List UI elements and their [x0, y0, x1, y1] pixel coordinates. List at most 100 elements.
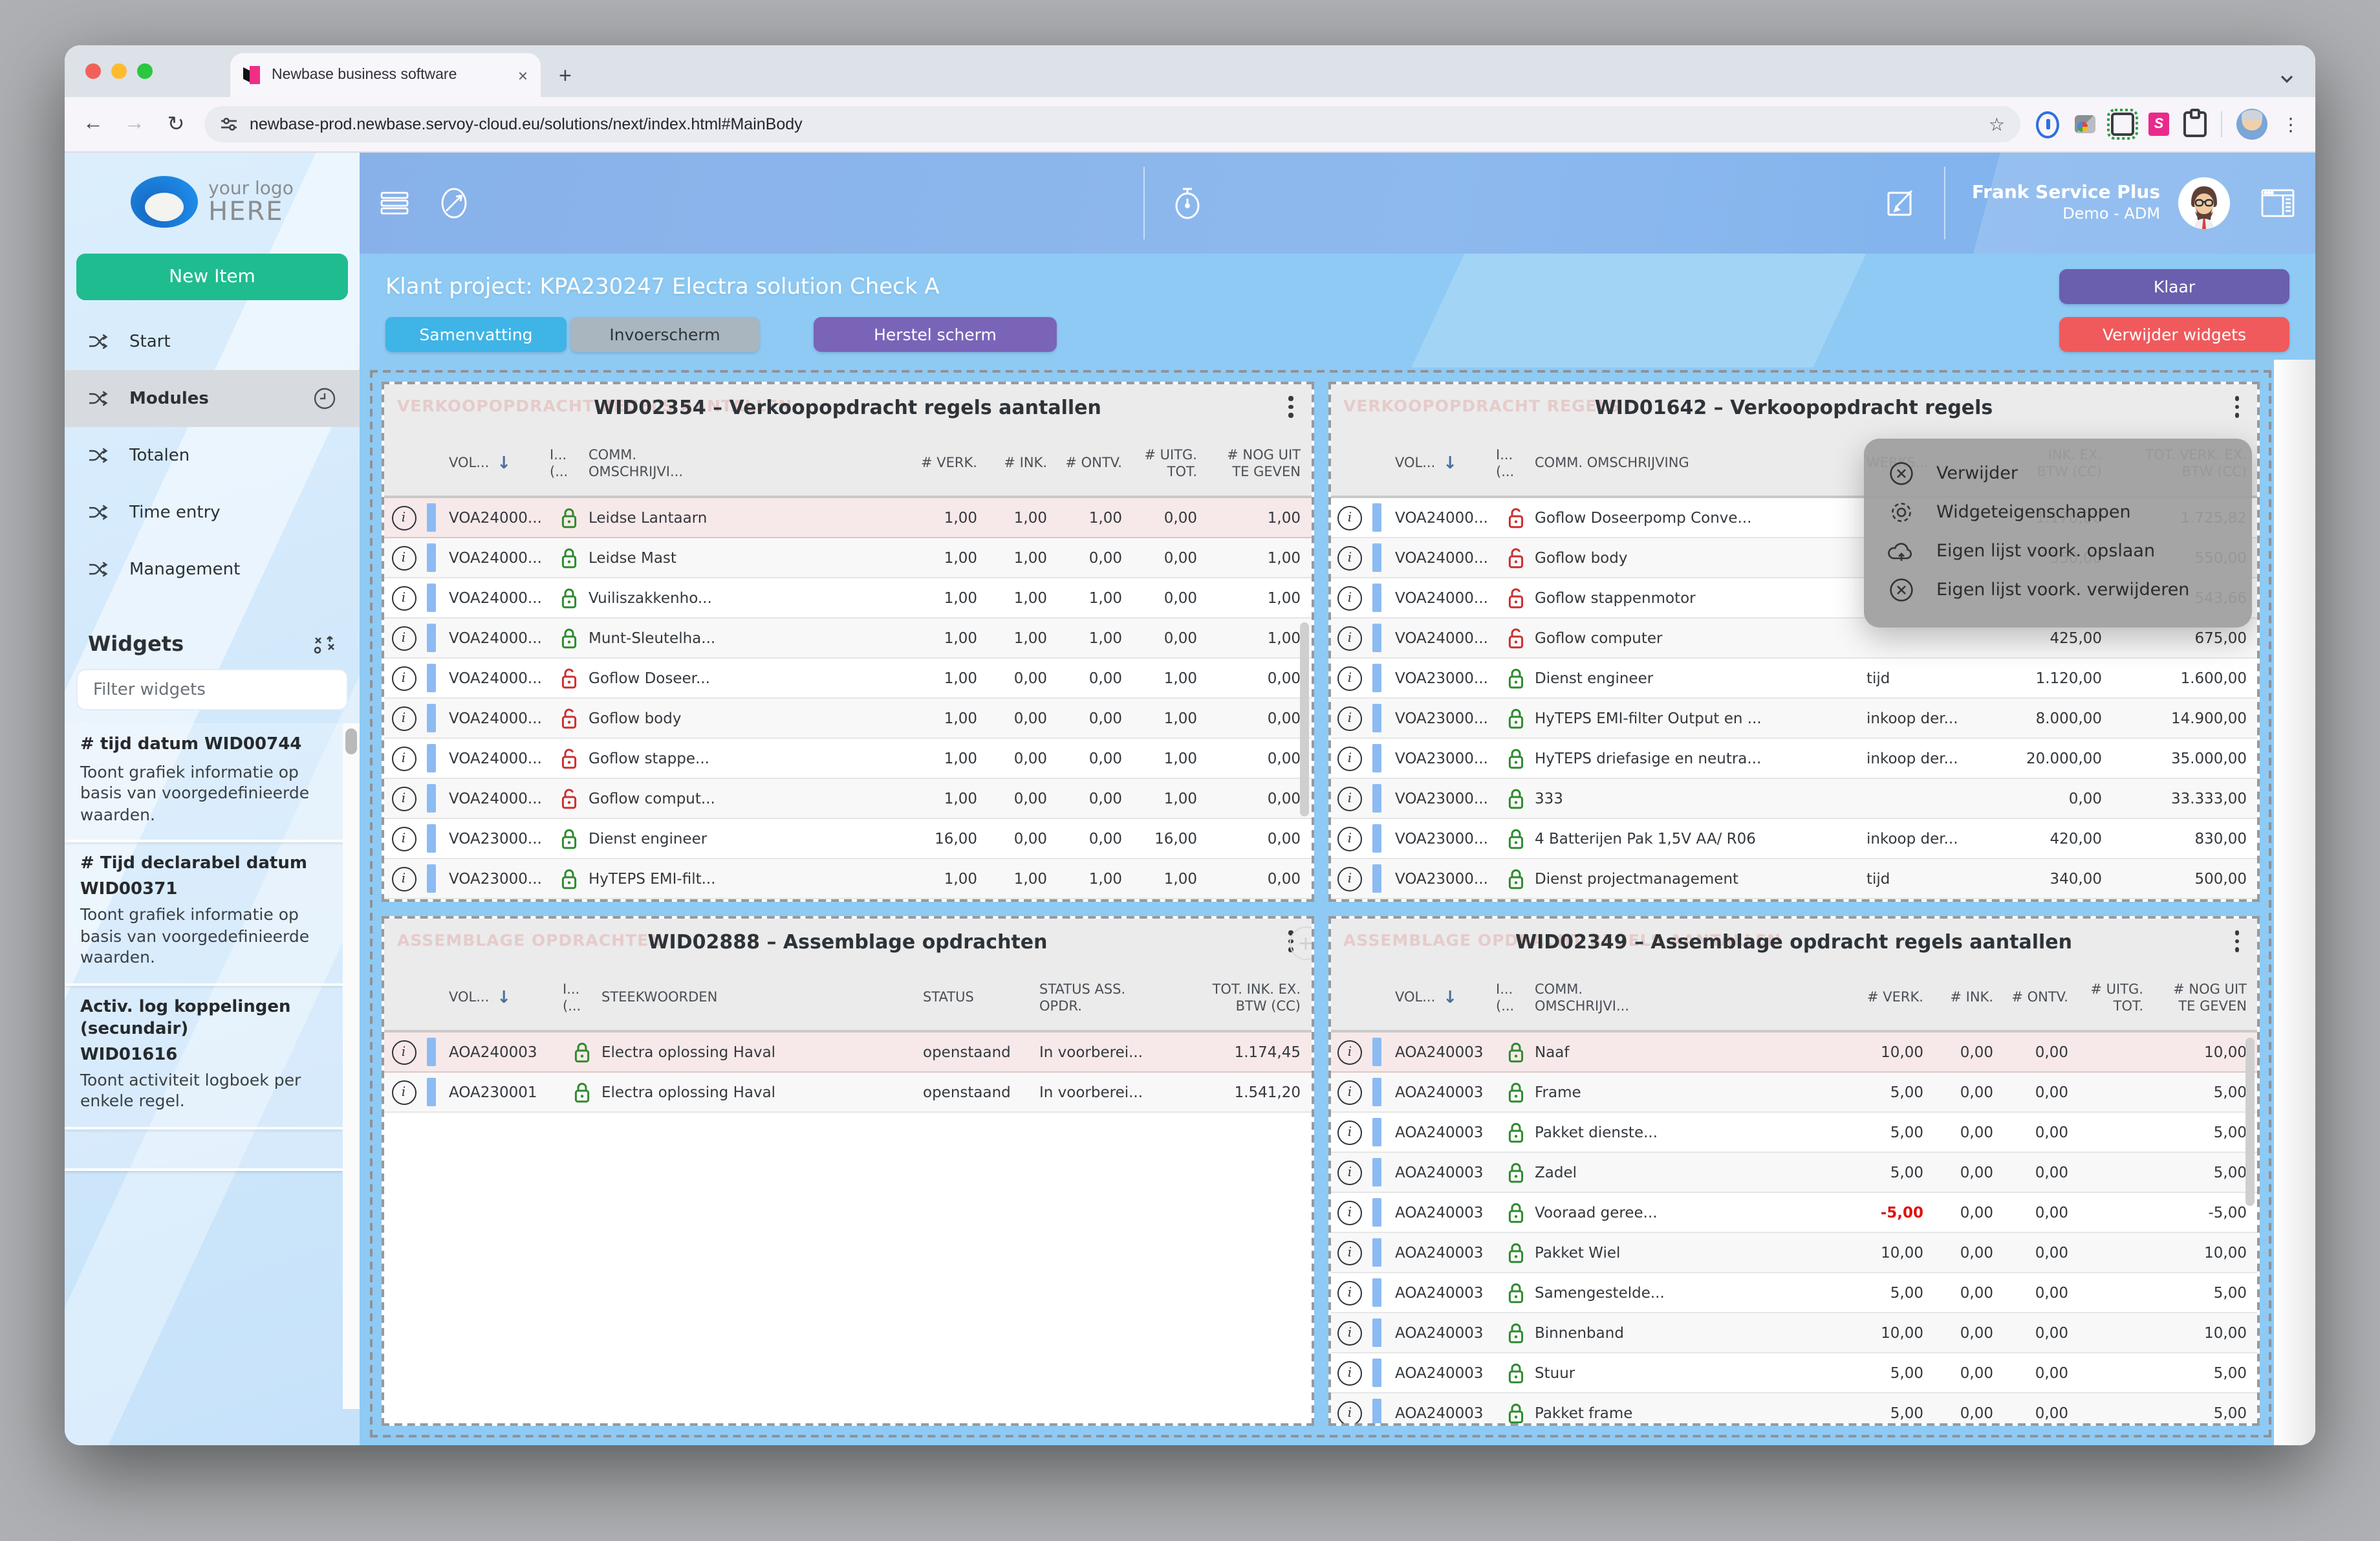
user-avatar[interactable]: [2178, 177, 2230, 229]
column-header-vol[interactable]: VOL...↓: [1385, 989, 1496, 1010]
widget-scrollbar[interactable]: [1299, 622, 1308, 816]
samenvatting-button[interactable]: Samenvatting: [385, 317, 567, 352]
reload-button[interactable]: ↻: [163, 111, 189, 137]
table-row[interactable]: iVOA23000...Dienst projectmanagementtijd…: [1330, 859, 2257, 899]
table-row[interactable]: iAOA240003Pakket dienste...5,000,000,005…: [1330, 1113, 2257, 1153]
widget-card[interactable]: # tijd datum WID00744Toont grafiek infor…: [65, 723, 343, 843]
table-row[interactable]: iAOA240003Pakket frame5,000,000,005,00: [1330, 1393, 2257, 1423]
column-header[interactable]: STATUS: [923, 990, 1039, 1007]
table-row[interactable]: iAOA240003Stuur5,000,000,005,00: [1330, 1353, 2257, 1393]
site-settings-icon[interactable]: [220, 116, 238, 132]
context-menu-item[interactable]: Widgeteigenschappen: [1864, 493, 2252, 532]
bookmark-star-icon[interactable]: ☆: [1989, 113, 2005, 135]
column-header-vol[interactable]: VOL...↓: [1385, 454, 1496, 475]
table-row[interactable]: iVOA24000...Munt-Sleutelha...1,001,001,0…: [384, 618, 1311, 659]
new-tab-button[interactable]: +: [559, 63, 572, 89]
column-header[interactable]: I... (...: [550, 448, 589, 482]
table-row[interactable]: iAOA240003Pakket Wiel10,000,000,0010,00: [1330, 1233, 2257, 1273]
table-row[interactable]: iVOA24000...Goflow body1,000,000,001,000…: [384, 699, 1311, 739]
table-row[interactable]: iVOA23000...Dienst engineer16,000,000,00…: [384, 819, 1311, 859]
table-row[interactable]: iAOA240003Zadel5,000,000,005,00: [1330, 1153, 2257, 1193]
hamburger-menu-icon[interactable]: [380, 191, 409, 215]
compass-icon[interactable]: [437, 186, 471, 220]
column-header-vol[interactable]: VOL...↓: [438, 454, 550, 475]
column-header[interactable]: STATUS ASS. OPDR.: [1039, 982, 1161, 1016]
table-row[interactable]: iAOA240003Naaf10,000,000,0010,00: [1330, 1033, 2257, 1073]
table-row[interactable]: iAOA240003Frame5,000,000,005,00: [1330, 1073, 2257, 1113]
close-window-button[interactable]: [85, 63, 101, 79]
table-row[interactable]: iVOA24000...Leidse Lantaarn1,001,001,000…: [384, 498, 1311, 538]
widget-list-scrollbar[interactable]: [343, 723, 360, 1409]
widget-scrollbar[interactable]: [2245, 1038, 2255, 1206]
column-header[interactable]: I... (...: [1496, 982, 1535, 1016]
sidebar-item-management[interactable]: Management: [65, 541, 360, 598]
table-row[interactable]: iVOA24000...Leidse Mast1,001,000,000,001…: [384, 538, 1311, 578]
table-row[interactable]: iVOA24000...Goflow comput...1,000,000,00…: [384, 779, 1311, 819]
extensions-icon[interactable]: [2183, 113, 2207, 136]
column-header[interactable]: # INK.: [1923, 990, 1993, 1007]
table-row[interactable]: iVOA23000...HyTEPS EMI-filt...1,001,001,…: [384, 859, 1311, 899]
sidebar-item-totalen[interactable]: Totalen: [65, 427, 360, 484]
column-header[interactable]: COMM. OMSCHRIJVI...: [589, 448, 902, 482]
table-row[interactable]: iVOA23000...Dienst engineertijd1.120,001…: [1330, 659, 2257, 699]
context-menu-item[interactable]: Verwijder: [1864, 454, 2252, 493]
widget-card[interactable]: # Tijd declarabel datumWID00371Toont gra…: [65, 843, 343, 986]
widget-card[interactable]: Activ. log koppelingen (secundair)WID016…: [65, 986, 343, 1130]
table-row[interactable]: iAOA240003Binnenband10,000,000,0010,00: [1330, 1313, 2257, 1353]
column-header[interactable]: COMM. OMSCHRIJVI...: [1535, 982, 1848, 1016]
pink-extension-icon[interactable]: S: [2148, 113, 2169, 136]
column-header[interactable]: # INK.: [977, 456, 1047, 473]
sidebar-item-time-entry[interactable]: Time entry: [65, 484, 360, 541]
table-row[interactable]: iVOA24000...Vuiliszakkenho...1,001,001,0…: [384, 578, 1311, 618]
new-item-button[interactable]: New Item: [76, 254, 348, 300]
sidebar-item-modules[interactable]: Modules: [65, 370, 360, 427]
column-header-vol[interactable]: VOL...↓: [438, 989, 563, 1010]
filter-widgets-field[interactable]: [76, 669, 348, 710]
widget-menu-icon[interactable]: [2234, 396, 2239, 417]
back-button[interactable]: ←: [80, 113, 106, 136]
table-row[interactable]: iAOA230001Electra oplossing Havalopensta…: [384, 1073, 1311, 1113]
context-menu-item[interactable]: Eigen lijst voork. opslaan: [1864, 532, 2252, 571]
table-row[interactable]: iVOA24000...Goflow Doseer...1,000,000,00…: [384, 659, 1311, 699]
address-bar[interactable]: newbase-prod.newbase.servoy-cloud.eu/sol…: [204, 106, 2020, 142]
screenshot-extension-icon[interactable]: [2111, 113, 2134, 136]
picture-extension-icon[interactable]: [2073, 113, 2097, 136]
column-header[interactable]: # UITG. TOT.: [1122, 448, 1197, 482]
column-header[interactable]: STEEKWOORDEN: [601, 990, 923, 1007]
filter-widgets-input[interactable]: [91, 679, 334, 701]
column-header[interactable]: I... (...: [563, 982, 601, 1016]
browser-tab[interactable]: Newbase business software ×: [230, 53, 541, 97]
table-row[interactable]: iAOA240003Vooraad geree...-5,000,000,00-…: [1330, 1193, 2257, 1233]
main-scrollbar-strip[interactable]: [2274, 360, 2315, 1445]
browser-menu-icon[interactable]: ⋮: [2282, 113, 2300, 135]
column-header[interactable]: # VERK.: [1848, 990, 1923, 1007]
browser-profile-avatar[interactable]: [2236, 109, 2267, 140]
column-header[interactable]: # ONTV.: [1993, 990, 2068, 1007]
url-text[interactable]: newbase-prod.newbase.servoy-cloud.eu/sol…: [250, 115, 1977, 133]
column-header[interactable]: I... (...: [1496, 448, 1535, 482]
verwijder-widgets-button[interactable]: Verwijder widgets: [2059, 317, 2289, 352]
panel-layout-icon[interactable]: [2261, 189, 2295, 217]
edit-icon[interactable]: [1885, 186, 1919, 220]
widget-menu-icon[interactable]: [2234, 930, 2239, 952]
user-name[interactable]: Frank Service Plus: [1972, 182, 2160, 205]
table-row[interactable]: iVOA24000...Goflow stappe...1,000,000,00…: [384, 739, 1311, 779]
column-header[interactable]: # VERK.: [902, 456, 977, 473]
widget-menu-icon[interactable]: [1288, 396, 1293, 417]
zoom-window-button[interactable]: [137, 63, 153, 79]
table-row[interactable]: iVOA23000...HyTEPS EMI-filter Output en …: [1330, 699, 2257, 739]
column-header[interactable]: TOT. INK. EX. BTW (CC): [1161, 982, 1301, 1016]
widget-card-partial[interactable]: [65, 1129, 343, 1170]
herstel-scherm-button[interactable]: Herstel scherm: [814, 317, 1057, 352]
sidebar-item-start[interactable]: Start: [65, 313, 360, 370]
minimize-window-button[interactable]: [111, 63, 127, 79]
column-header[interactable]: # NOG UIT TE GEVEN: [2143, 982, 2247, 1016]
context-menu-item[interactable]: Eigen lijst voork. verwijderen: [1864, 571, 2252, 609]
table-row[interactable]: iVOA23000...3330,0033.333,00: [1330, 779, 2257, 819]
widget-strategy-icon[interactable]: [313, 633, 336, 654]
table-row[interactable]: iAOA240003Samengestelde...5,000,000,005,…: [1330, 1273, 2257, 1313]
password-manager-extension-icon[interactable]: [2036, 113, 2059, 136]
invoerscherm-button[interactable]: Invoerscherm: [570, 317, 759, 352]
column-header[interactable]: COMM. OMSCHRIJVING: [1535, 456, 1866, 473]
tab-search-chevron-icon[interactable]: [2279, 74, 2295, 84]
